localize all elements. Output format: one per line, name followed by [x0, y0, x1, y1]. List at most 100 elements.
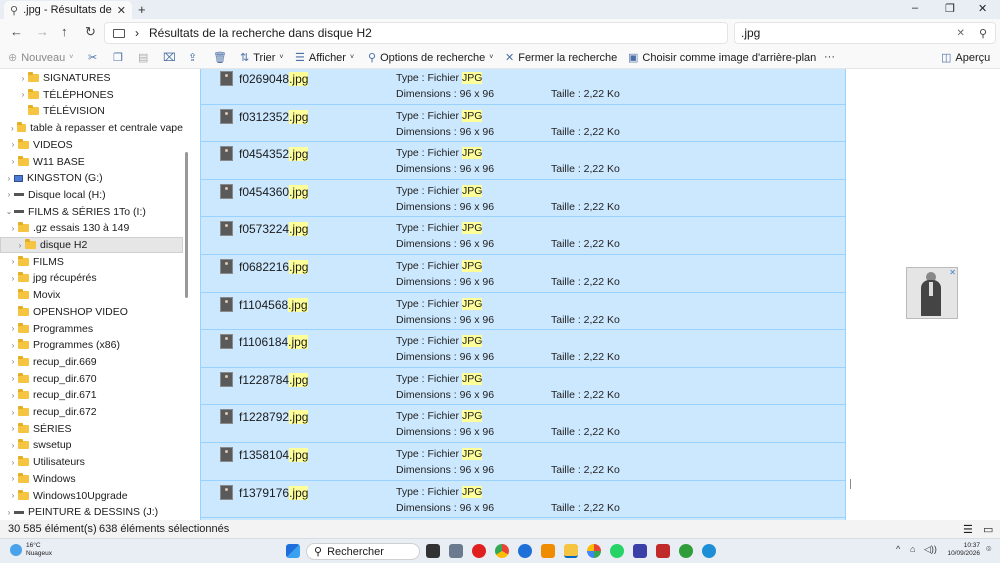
delete-icon[interactable]: 🗑 — [213, 51, 227, 64]
whatsapp-icon[interactable] — [610, 544, 624, 558]
calculator-icon[interactable] — [449, 544, 463, 558]
results-pane[interactable]: f0269048.jpg Type : Fichier JPG Dimensions… — [188, 69, 1000, 520]
sidebar-item[interactable]: ⌄ FILMS & SÉRIES 1To (I:) — [0, 204, 183, 220]
chevron-down-icon[interactable]: ⌄ — [4, 207, 14, 216]
file-explorer-icon[interactable] — [564, 544, 578, 558]
tiles-view-icon[interactable]: ▭ — [983, 523, 993, 536]
sidebar-item[interactable]: › recup_dir.669 — [0, 354, 183, 370]
chevron-right-icon[interactable]: › — [8, 257, 18, 266]
refresh-button[interactable]: ↻ — [85, 24, 96, 40]
chevron-right-icon[interactable]: › — [8, 408, 18, 417]
sidebar-item[interactable]: › Programmes — [0, 321, 183, 337]
maximize-button[interactable]: ❐ — [945, 2, 955, 15]
sidebar-item[interactable]: › VIDEOS — [0, 137, 183, 153]
chevron-right-icon[interactable]: › — [8, 357, 18, 366]
taskbar-search[interactable]: ⚲ Rechercher — [306, 543, 420, 560]
chevron-right-icon[interactable]: › — [4, 508, 14, 517]
preview-close-icon[interactable]: ✕ — [949, 268, 956, 277]
list-item[interactable]: f1228792.jpg Type : Fichier JPG Dimensions… — [201, 405, 845, 443]
sidebar-item[interactable]: › Disque local (H:) — [0, 187, 183, 203]
xbox-icon[interactable] — [679, 544, 693, 558]
search-box[interactable]: .jpg ✕ ⚲ — [734, 22, 996, 44]
sidebar-item[interactable]: › recup_dir.672 — [0, 404, 183, 420]
paste-icon[interactable]: ▤ — [138, 51, 148, 64]
copy-icon[interactable]: ❐ — [113, 51, 123, 64]
preview-pane-button[interactable]: ◫ Aperçu — [941, 51, 990, 65]
search-options-button[interactable]: ⚲ Options de recherche ˅ — [368, 51, 493, 65]
tab-search-results[interactable]: ⚲ .jpg - Résultats de ✕ — [4, 1, 132, 19]
start-button[interactable] — [286, 544, 300, 558]
chevron-right-icon[interactable]: › — [4, 190, 14, 199]
chevron-right-icon[interactable]: › — [8, 157, 18, 166]
rename-icon[interactable]: ⌧ — [163, 51, 176, 64]
sidebar-item[interactable]: › KINGSTON (G:) — [0, 170, 183, 186]
new-tab-button[interactable]: + — [138, 2, 146, 17]
close-search-button[interactable]: ✕ Fermer la recherche — [505, 51, 617, 65]
sidebar-item[interactable]: › disque H2 — [0, 237, 183, 253]
navigation-pane[interactable]: › SIGNATURES › TÉLÉPHONES TÉLÉVISION › table à… — [0, 69, 188, 520]
browser-icon[interactable] — [702, 544, 716, 558]
chevron-right-icon[interactable]: › — [8, 124, 17, 133]
results-list[interactable]: f0269048.jpg Type : Fichier JPG Dimensions… — [200, 69, 846, 520]
task-view-icon[interactable] — [426, 544, 440, 558]
list-item[interactable]: f0312352.jpg Type : Fichier JPG Dimensions… — [201, 105, 845, 143]
list-item[interactable]: f0454352.jpg Type : Fichier JPG Dimensions… — [201, 142, 845, 180]
set-background-button[interactable]: ▣ Choisir comme image d'arrière-plan — [628, 51, 816, 65]
sidebar-item[interactable]: › Windows — [0, 471, 183, 487]
tab-close-icon[interactable]: ✕ — [117, 4, 126, 17]
network-icon[interactable]: ⌂ — [910, 544, 915, 554]
chevron-right-icon[interactable]: › — [8, 391, 18, 400]
sidebar-item[interactable]: › recup_dir.670 — [0, 371, 183, 387]
sidebar-item[interactable]: › FILMS — [0, 254, 183, 270]
chevron-right-icon[interactable]: › — [4, 174, 14, 183]
more-options-button[interactable]: ··· — [824, 51, 835, 63]
sidebar-item[interactable]: › Windows10Upgrade — [0, 488, 183, 504]
forward-button[interactable]: → — [36, 24, 49, 39]
sidebar-item[interactable]: OPENSHOP VIDEO — [0, 304, 183, 320]
back-button[interactable]: ← — [10, 24, 23, 39]
sidebar-item[interactable]: › SÉRIES — [0, 421, 183, 437]
chevron-right-icon[interactable]: › — [8, 474, 18, 483]
tray-overflow-icon[interactable]: ^ — [896, 544, 900, 554]
sidebar-item[interactable]: › swsetup — [0, 437, 183, 453]
chevron-right-icon[interactable]: › — [8, 491, 18, 500]
media-app-icon[interactable] — [656, 544, 670, 558]
list-item[interactable]: f0454360.jpg Type : Fichier JPG Dimensions… — [201, 180, 845, 218]
view-button[interactable]: ☰ Afficher ˅ — [295, 51, 354, 65]
chevron-right-icon[interactable]: › — [8, 324, 18, 333]
close-window-button[interactable]: ✕ — [978, 2, 987, 15]
sidebar-item[interactable]: › PEINTURE & DESSINS (J:) — [0, 504, 183, 520]
list-item[interactable]: f1104568.jpg Type : Fichier JPG Dimensions… — [201, 293, 845, 331]
list-item[interactable]: f1358104.jpg Type : Fichier JPG Dimensions… — [201, 443, 845, 481]
clock[interactable]: 10:37 10/09/2026 — [944, 542, 980, 558]
list-item[interactable]: f0682216.jpg Type : Fichier JPG Dimensions… — [201, 255, 845, 293]
list-item[interactable]: f0573224.jpg Type : Fichier JPG Dimensions… — [201, 217, 845, 255]
chevron-right-icon[interactable]: › — [8, 458, 18, 467]
edge-icon[interactable] — [518, 544, 532, 558]
sidebar-item[interactable]: Movix — [0, 287, 183, 303]
sidebar-item[interactable]: › jpg récupérés — [0, 270, 183, 286]
sidebar-item[interactable]: TÉLÉVISION — [0, 103, 183, 119]
chevron-right-icon[interactable]: › — [8, 274, 18, 283]
chevron-right-icon[interactable]: › — [18, 74, 28, 83]
search-input[interactable]: .jpg — [741, 26, 957, 40]
sidebar-item[interactable]: › W11 BASE — [0, 154, 183, 170]
minimize-button[interactable]: – — [912, 2, 918, 14]
list-item[interactable]: f1106184.jpg Type : Fichier JPG Dimensions… — [201, 330, 845, 368]
details-view-icon[interactable]: ☰ — [963, 523, 973, 536]
sidebar-item[interactable]: › Utilisateurs — [0, 454, 183, 470]
photos-icon[interactable] — [587, 544, 601, 558]
list-item[interactable]: f1379176.jpg Type : Fichier JPG Dimensions… — [201, 481, 845, 519]
sidebar-item[interactable]: › Programmes (x86) — [0, 337, 183, 353]
sidebar-item[interactable]: › TÉLÉPHONES — [0, 87, 183, 103]
cut-icon[interactable]: ✂ — [88, 51, 97, 64]
chevron-right-icon[interactable]: › — [8, 374, 18, 383]
chevron-right-icon[interactable]: › — [18, 90, 28, 99]
chevron-right-icon[interactable]: › — [8, 140, 18, 149]
chevron-right-icon[interactable]: › — [8, 224, 18, 233]
share-icon[interactable]: ⇪ — [188, 51, 197, 64]
sidebar-item[interactable]: › SIGNATURES — [0, 70, 183, 86]
results-scrollbar[interactable] — [850, 479, 851, 489]
vlc-icon[interactable] — [541, 544, 555, 558]
search-icon[interactable]: ⚲ — [979, 27, 987, 40]
